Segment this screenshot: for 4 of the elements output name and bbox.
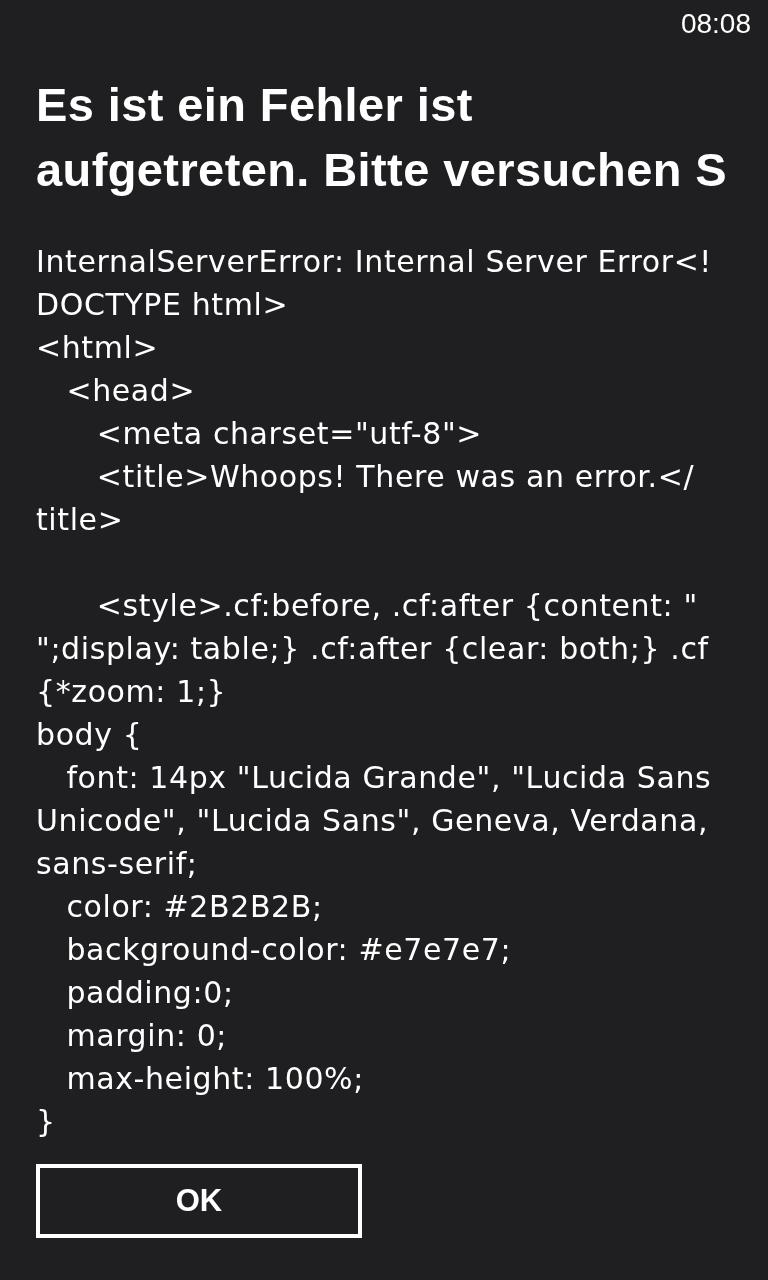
dialog-title: Es ist ein Fehler ist aufgetreten. Bitte versuchen S [36,77,729,198]
ok-button[interactable]: OK [36,1164,362,1238]
status-time: 08:08 [680,8,751,40]
error-message: InternalServerError: Internal Server Error<! DOCTYPE html> <html> <head> <meta charset="utf-8"> <title>Whoops! There was an error.</ title> <style>.cf:before, .cf:after {content: " ";display: table;} .cf:after {clear: both;} .cf {*zoom: 1;} body { font: 14px "Lucida Grande", "Lucida Sans Unicode", "Lucida Sans", Geneva, Verdana, sans-serif; color: #2B2B2B; background-color: #e7e7e7; padding:0; margin: 0; max-height: 100%; } [36,243,713,1141]
